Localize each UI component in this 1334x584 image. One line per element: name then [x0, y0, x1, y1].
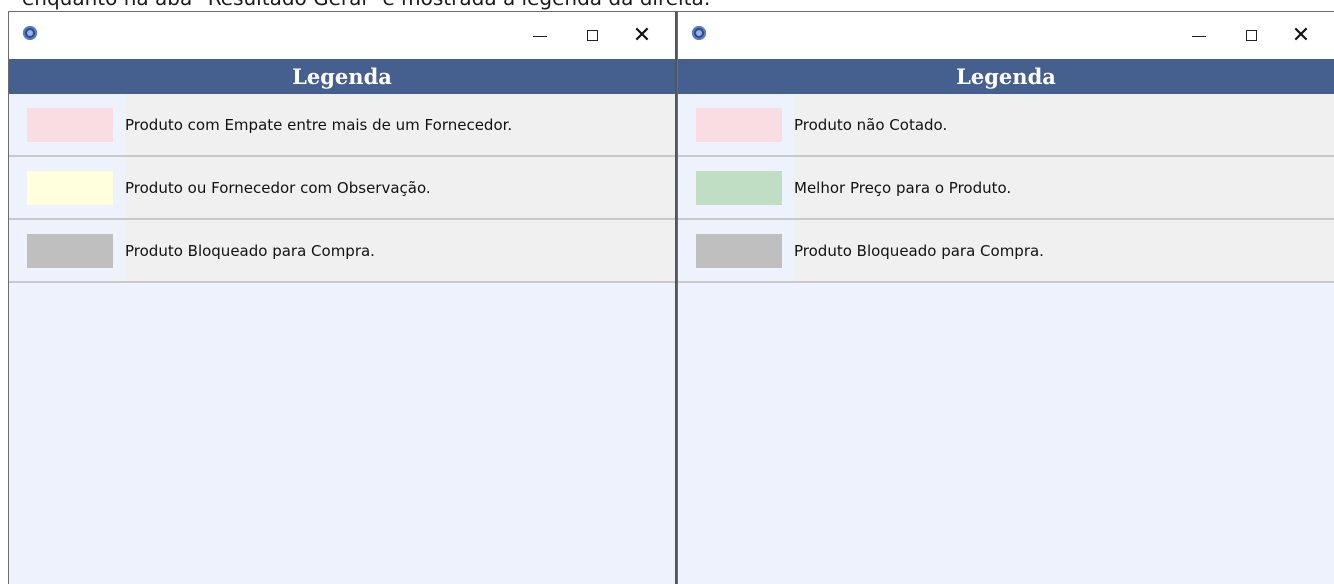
legend-item-label: Melhor Preço para o Produto.	[794, 178, 1012, 197]
legend-item: Produto com Empate entre mais de um Forn…	[9, 94, 675, 157]
legend-item-label: Produto com Empate entre mais de um Forn…	[125, 115, 513, 134]
legend-header: Legenda	[678, 59, 1334, 94]
title-bar[interactable]: ✕	[9, 12, 675, 59]
color-swatch	[696, 233, 782, 268]
minimize-icon	[533, 36, 547, 37]
minimize-icon	[1192, 36, 1206, 37]
color-swatch	[696, 170, 782, 205]
maximize-button[interactable]	[1228, 12, 1274, 59]
legend-window-right: ✕ Legenda Produto não Cotado. Melhor Pre…	[677, 11, 1334, 584]
maximize-icon	[1245, 30, 1257, 41]
close-button[interactable]: ✕	[619, 12, 665, 59]
swatch-cell	[9, 157, 125, 218]
swatch-cell	[678, 94, 794, 155]
app-icon	[692, 26, 706, 40]
minimize-button[interactable]	[517, 12, 563, 59]
color-swatch	[696, 107, 782, 142]
legend-header: Legenda	[9, 59, 675, 94]
app-icon	[23, 26, 37, 40]
legend-list: Produto não Cotado. Melhor Preço para o …	[678, 94, 1334, 283]
minimize-button[interactable]	[1176, 12, 1222, 59]
swatch-cell	[678, 220, 794, 281]
close-icon: ✕	[1291, 22, 1311, 48]
title-bar[interactable]: ✕	[678, 12, 1334, 59]
close-icon: ✕	[632, 22, 652, 48]
swatch-cell	[9, 94, 125, 155]
color-swatch	[27, 170, 113, 205]
swatch-cell	[9, 220, 125, 281]
legend-item: Produto ou Fornecedor com Observação.	[9, 157, 675, 220]
legend-item: Melhor Preço para o Produto.	[678, 157, 1334, 220]
legend-item: Produto não Cotado.	[678, 94, 1334, 157]
legend-item-label: Produto não Cotado.	[794, 115, 948, 134]
legend-item-label: Produto ou Fornecedor com Observação.	[125, 178, 431, 197]
legend-item: Produto Bloqueado para Compra.	[9, 220, 675, 283]
maximize-button[interactable]	[569, 12, 615, 59]
close-button[interactable]: ✕	[1278, 12, 1324, 59]
color-swatch	[27, 233, 113, 268]
legend-list: Produto com Empate entre mais de um Forn…	[9, 94, 675, 283]
legend-item-label: Produto Bloqueado para Compra.	[794, 241, 1044, 260]
maximize-icon	[586, 30, 598, 41]
swatch-cell	[678, 157, 794, 218]
legend-item: Produto Bloqueado para Compra.	[678, 220, 1334, 283]
caption-text: enquanto na aba "Resultado Geral" é most…	[22, 0, 710, 10]
color-swatch	[27, 107, 113, 142]
legend-item-label: Produto Bloqueado para Compra.	[125, 241, 375, 260]
legend-window-left: ✕ Legenda Produto com Empate entre mais …	[8, 11, 677, 584]
